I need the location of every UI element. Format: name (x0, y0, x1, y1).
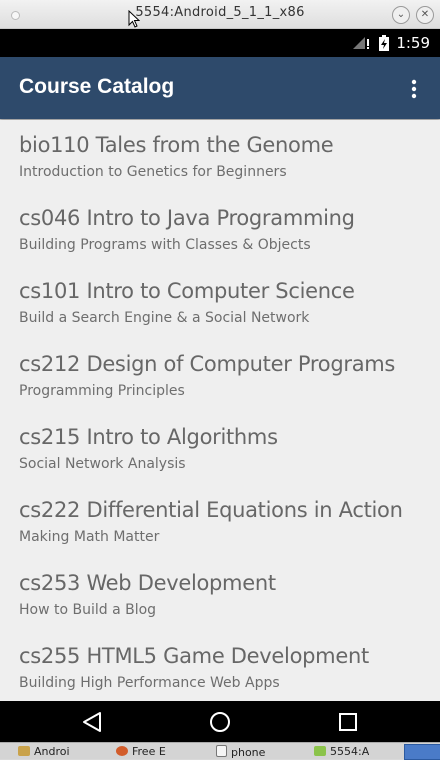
battery-charging-icon (379, 35, 389, 51)
status-time: 1:59 (396, 34, 430, 52)
course-subtitle: Building Programs with Classes & Objects (19, 237, 311, 253)
taskbar-item-emulator[interactable]: 5554:A (314, 745, 369, 759)
taskbar-item-folder[interactable]: Androi (18, 745, 70, 759)
course-subtitle: Build a Search Engine & a Social Network (19, 310, 310, 326)
list-item[interactable]: cs222 Differential Equations in Action M… (0, 485, 440, 558)
course-subtitle: How to Build a Blog (19, 602, 157, 618)
window-titlebar: 5554:Android_5_1_1_x86 ⌄ ✕ (0, 0, 440, 29)
list-item[interactable]: cs253 Web Development How to Build a Blo… (0, 558, 440, 631)
desktop-taskbar: Androi Free E phone 5554:A (0, 742, 440, 760)
cell-signal-icon (353, 37, 369, 49)
recents-icon[interactable] (336, 710, 360, 734)
list-item[interactable]: bio110 Tales from the Genome Introductio… (0, 120, 440, 193)
home-icon[interactable] (208, 710, 232, 734)
app-title: Course Catalog (19, 75, 175, 98)
course-subtitle: Building High Performance Web Apps (19, 675, 280, 691)
course-subtitle: Introduction to Genetics for Beginners (19, 164, 287, 180)
list-item[interactable]: cs215 Intro to Algorithms Social Network… (0, 412, 440, 485)
course-title: cs212 Design of Computer Programs (19, 352, 396, 376)
course-title: cs253 Web Development (19, 571, 276, 595)
taskbar-item-browser[interactable]: Free E (116, 745, 166, 759)
taskbar-item-document[interactable]: phone (216, 745, 265, 759)
course-title: bio110 Tales from the Genome (19, 133, 334, 157)
course-title: cs255 HTML5 Game Development (19, 644, 369, 668)
more-vert-icon[interactable] (402, 77, 426, 101)
back-icon[interactable] (80, 710, 104, 734)
mouse-cursor-icon (128, 10, 140, 28)
list-item[interactable]: cs255 HTML5 Game Development Building Hi… (0, 631, 440, 701)
list-item[interactable]: cs046 Intro to Java Programming Building… (0, 193, 440, 266)
course-subtitle: Social Network Analysis (19, 456, 186, 472)
course-title: cs046 Intro to Java Programming (19, 206, 355, 230)
window-title: 5554:Android_5_1_1_x86 (135, 5, 305, 20)
window-minimize-button[interactable]: ⌄ (392, 6, 410, 24)
course-title: cs215 Intro to Algorithms (19, 425, 278, 449)
status-bar: 1:59 (0, 29, 440, 57)
app-bar: Course Catalog (0, 57, 440, 119)
window-close-button[interactable]: ✕ (416, 6, 434, 24)
navigation-bar (0, 701, 440, 742)
document-icon (216, 745, 227, 757)
folder-icon (18, 746, 30, 756)
list-item[interactable]: cs212 Design of Computer Programs Progra… (0, 339, 440, 412)
list-item[interactable]: cs101 Intro to Computer Science Build a … (0, 266, 440, 339)
course-subtitle: Making Math Matter (19, 529, 160, 545)
course-list[interactable]: bio110 Tales from the Genome Introductio… (0, 120, 440, 701)
course-title: cs101 Intro to Computer Science (19, 279, 355, 303)
browser-icon (116, 746, 128, 756)
android-icon (314, 746, 326, 756)
course-subtitle: Programming Principles (19, 383, 185, 399)
course-title: cs222 Differential Equations in Action (19, 498, 403, 522)
